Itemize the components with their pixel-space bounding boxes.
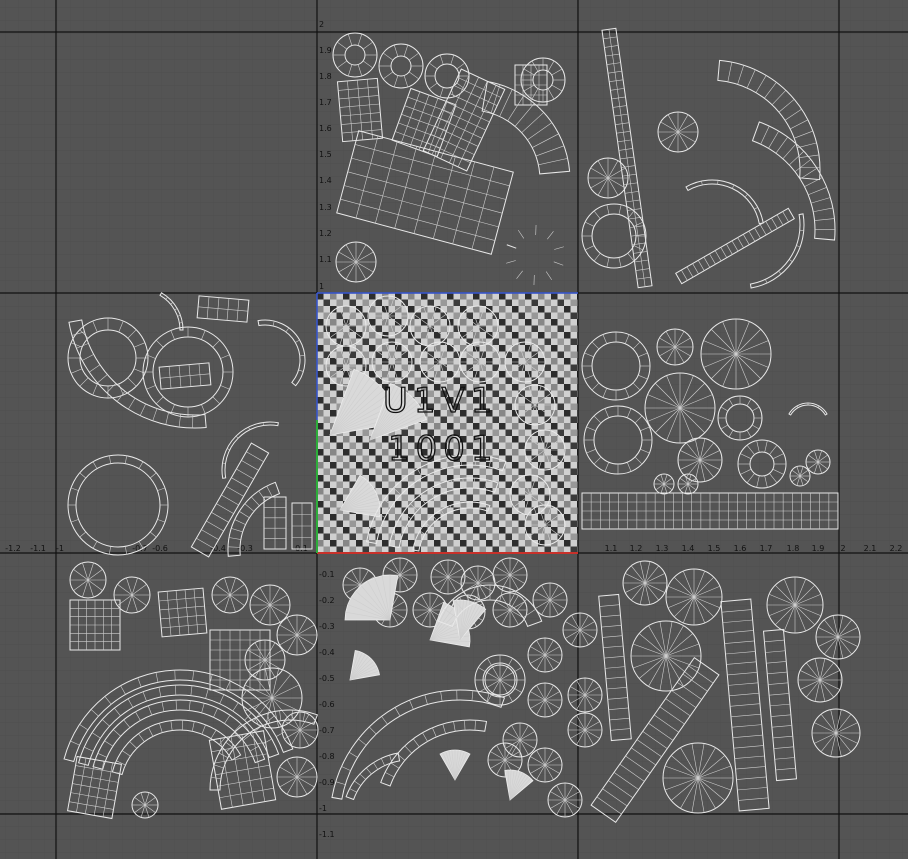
u-tick-label: 1.5 [708, 544, 721, 553]
v-tick-label: -1 [319, 804, 327, 813]
v-tick-label: 1.3 [319, 203, 332, 212]
v-tick-label: -0.7 [319, 726, 335, 735]
fan-shell [700, 318, 772, 390]
u-tick-label: 1.1 [605, 544, 618, 553]
fan-shell [335, 241, 377, 283]
fan-shell [567, 677, 603, 713]
u-tick-label: 2.2 [890, 544, 903, 553]
fan-shell [276, 614, 318, 656]
u-tick-label: 2.1 [864, 544, 877, 553]
fan-shell [562, 612, 598, 648]
uv-editor-viewport[interactable]: -1.2 -1.1 -1 -0.7 -0.6 -0.4 -0.3 -0.1 1.1 1.2 1.3 1… [0, 0, 908, 859]
fan-shell [482, 662, 518, 698]
v-tick-label: -1.1 [319, 830, 335, 839]
fan-shell [249, 584, 291, 626]
v-tick-label: -0.3 [319, 622, 335, 631]
u-tick-label: 2 [840, 544, 845, 553]
fan-shell [644, 372, 716, 444]
fan-shell [527, 682, 563, 718]
u-tick-label: 1.8 [787, 544, 800, 553]
v-tick-label: -0.4 [319, 648, 335, 657]
fan-shell [527, 637, 563, 673]
v-tick-label: 1.8 [319, 72, 332, 81]
v-tick-label: -0.1 [319, 570, 335, 579]
udim-label-line1: U1V1 [383, 381, 498, 421]
u-tick-label: 1.7 [760, 544, 773, 553]
fan-shell [492, 557, 528, 593]
v-tick-label: 1.9 [319, 46, 332, 55]
fan-shell [430, 559, 466, 595]
v-tick-label: -0.8 [319, 752, 335, 761]
v-tick-label: 1.5 [319, 150, 332, 159]
u-tick-label: -1.1 [30, 544, 46, 553]
u-tick-label: -1.2 [5, 544, 21, 553]
fan-shell [567, 712, 603, 748]
fan-shell [587, 157, 629, 199]
u-tick-label: 1.2 [630, 544, 643, 553]
v-tick-label: 2 [319, 20, 324, 29]
u-tick-label: -1 [56, 544, 64, 553]
fan-shell [492, 592, 528, 628]
v-tick-label: -0.5 [319, 674, 335, 683]
udim-label-line2: 1001 [388, 429, 499, 469]
fan-shell [527, 747, 563, 783]
fan-shell [657, 111, 699, 153]
v-tick-label: 1.1 [319, 255, 332, 264]
v-tick-label: 1.4 [319, 176, 332, 185]
u-tick-label: -0.7 [132, 544, 148, 553]
v-tick-label: 1.7 [319, 98, 332, 107]
v-tick-label: -0.6 [319, 700, 335, 709]
u-tick-label: 1.9 [812, 544, 825, 553]
fan-shell [281, 711, 319, 749]
u-tick-label: 1.3 [656, 544, 669, 553]
u-tick-label: -0.4 [210, 544, 226, 553]
u-tick-label: 1.4 [682, 544, 695, 553]
v-tick-label: -0.2 [319, 596, 335, 605]
fan-shell [665, 568, 723, 626]
fan-shell [766, 576, 824, 634]
u-tick-label: -0.6 [152, 544, 168, 553]
fan-shell [276, 756, 318, 798]
v-tick-label: 1.2 [319, 229, 332, 238]
v-tick-label: 1 [319, 282, 324, 291]
fan-shell [656, 328, 694, 366]
fan-shell [532, 582, 568, 618]
v-tick-label: -0.9 [319, 778, 335, 787]
u-tick-label: 1.6 [734, 544, 747, 553]
fan-shell [547, 782, 583, 818]
v-tick-label: 1.6 [319, 124, 332, 133]
